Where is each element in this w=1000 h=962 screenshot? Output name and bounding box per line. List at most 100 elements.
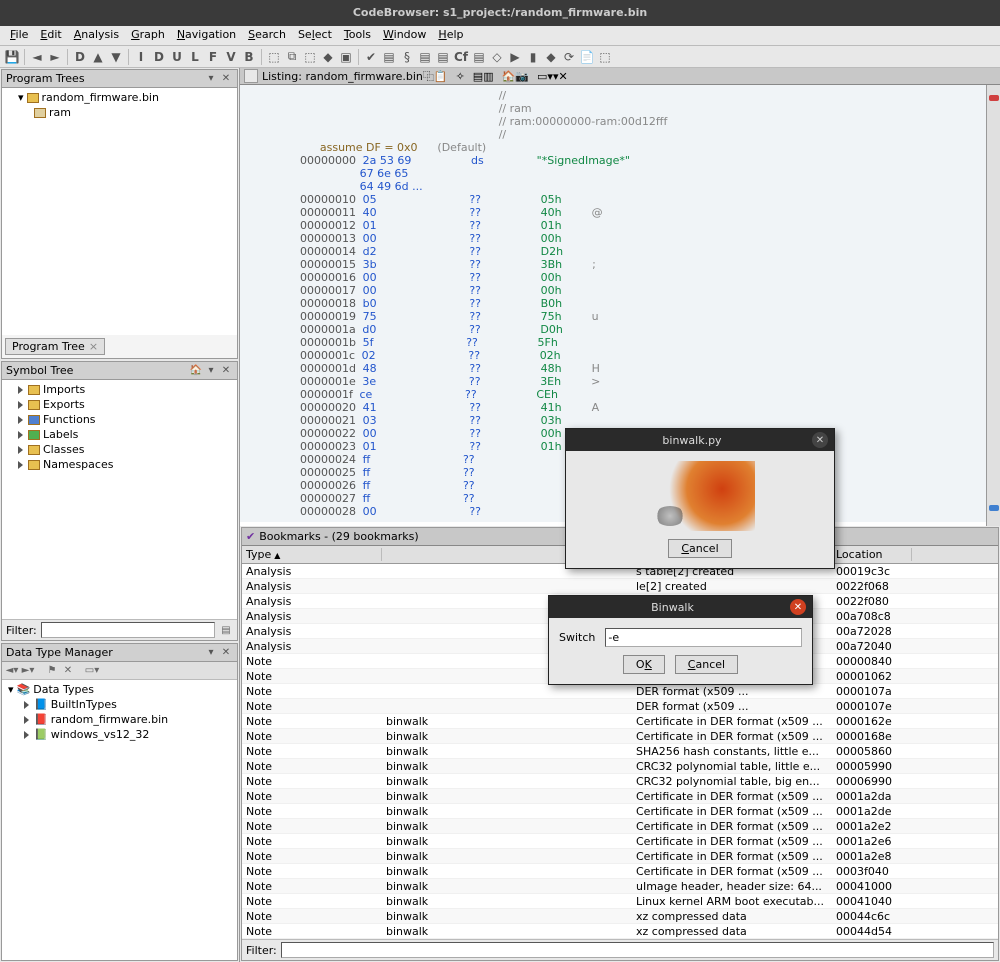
li-tool1-icon[interactable]: ▤ [473,70,483,83]
panel-close-icon[interactable]: ✕ [219,646,233,660]
table-row[interactable]: NotebinwalkCertificate in DER format (x5… [242,789,998,804]
dt-root[interactable]: ▾ 📚 Data Types [4,682,235,697]
tool-cf-icon[interactable]: Cf [453,49,469,65]
table-row[interactable]: NotebinwalkuImage header, header size: 6… [242,879,998,894]
li-camera-icon[interactable]: 📷 [515,70,529,83]
tool-icon-14[interactable]: ⬚ [597,49,613,65]
tool-icon-4[interactable]: ◆ [320,49,336,65]
menu-tools[interactable]: Tools [338,26,377,45]
marker-bar[interactable] [986,85,1000,526]
table-row[interactable]: NotebinwalkCertificate in DER format (x5… [242,849,998,864]
fwd-icon[interactable]: ► [47,49,63,65]
col-loc[interactable]: Location [832,548,912,561]
back-icon[interactable]: ◄ [29,49,45,65]
tool-icon-8[interactable]: ▤ [417,49,433,65]
tool-icon-12[interactable]: ▮ [525,49,541,65]
cancel-button[interactable]: Cancel [668,539,731,558]
symbol-filter-input[interactable] [41,622,215,638]
panel-close-icon[interactable]: ✕ [558,70,567,83]
table-row[interactable]: Analysisle[2] created0022f068 [242,579,998,594]
dt-back-icon[interactable]: ◄▾ [5,664,19,678]
table-row[interactable]: Notebinwalkxz compressed data00044c6c [242,909,998,924]
tool-icon-2[interactable]: ⧉ [284,49,300,65]
symbol-item-namespaces[interactable]: Namespaces [4,457,235,472]
nav-v-icon[interactable]: V [223,49,239,65]
symbol-item-labels[interactable]: Labels [4,427,235,442]
table-row[interactable]: NoteDER format (x509 ...0000107e [242,699,998,714]
nav-i-icon[interactable]: I [133,49,149,65]
menu-file[interactable]: File [4,26,34,45]
tree-item-ram[interactable]: ram [4,105,235,120]
switch-input[interactable] [605,628,802,647]
close-icon[interactable]: ✕ [812,432,828,448]
refresh-icon[interactable]: ⟳ [561,49,577,65]
menu-select[interactable]: Select [292,26,338,45]
nav-d-icon[interactable]: D [72,49,88,65]
menu-edit[interactable]: Edit [34,26,67,45]
panel-menu-icon[interactable]: ▾ [204,364,218,378]
tool-icon-9[interactable]: ▤ [435,49,451,65]
li-tool3-icon[interactable]: ▭▾ [537,70,553,83]
nav-b-icon[interactable]: B [241,49,257,65]
tool-icon-5[interactable]: ▣ [338,49,354,65]
filter-settings-icon[interactable]: ▤ [219,623,233,637]
table-row[interactable]: NoteDER format (x509 ...0000107a [242,684,998,699]
menu-analysis[interactable]: Analysis [68,26,125,45]
table-row[interactable]: Notebinwalkxz compressed data00044d54 [242,924,998,939]
table-row[interactable]: NotebinwalkCRC32 polynomial table, big e… [242,774,998,789]
panel-menu-icon[interactable]: ▾ [204,646,218,660]
panel-close-icon[interactable]: ✕ [219,72,233,86]
menu-window[interactable]: Window [377,26,432,45]
nav-f-icon[interactable]: F [205,49,221,65]
tree-root[interactable]: ▾ random_firmware.bin [4,90,235,105]
marker-icon[interactable] [989,95,999,101]
table-row[interactable]: NotebinwalkCertificate in DER format (x5… [242,864,998,879]
dt-item[interactable]: 📗 windows_vs12_32 [4,727,235,742]
tab-program-tree[interactable]: Program Tree× [5,338,105,355]
table-row[interactable]: NotebinwalkCertificate in DER format (x5… [242,819,998,834]
symbol-item-imports[interactable]: Imports [4,382,235,397]
table-row[interactable]: NotebinwalkLinux kernel ARM boot executa… [242,894,998,909]
menu-search[interactable]: Search [242,26,292,45]
table-row[interactable]: NotebinwalkCertificate in DER format (x5… [242,714,998,729]
table-row[interactable]: NotebinwalkCertificate in DER format (x5… [242,729,998,744]
symbol-item-classes[interactable]: Classes [4,442,235,457]
table-row[interactable]: NotebinwalkSHA256 hash constants, little… [242,744,998,759]
dt-view-icon[interactable]: ▭▾ [85,664,99,678]
table-row[interactable]: NotebinwalkCRC32 polynomial table, littl… [242,759,998,774]
tool-icon-1[interactable]: ⬚ [266,49,282,65]
table-row[interactable]: NotebinwalkCertificate in DER format (x5… [242,834,998,849]
marker-icon[interactable] [989,505,999,511]
li-home-icon[interactable]: 🏠 [502,70,516,83]
tool-icon-3[interactable]: ⬚ [302,49,318,65]
menu-help[interactable]: Help [432,26,469,45]
symbol-item-exports[interactable]: Exports [4,397,235,412]
symbol-item-functions[interactable]: Functions [4,412,235,427]
bookmarks-filter-input[interactable] [281,942,994,958]
menu-navigation[interactable]: Navigation [171,26,242,45]
tool-icon-7[interactable]: § [399,49,415,65]
tool-icon-13[interactable]: ◆ [543,49,559,65]
dt-flag-icon[interactable]: ⚑ [45,664,59,678]
down-icon[interactable]: ▼ [108,49,124,65]
ok-button[interactable]: OK [623,655,665,674]
dt-fwd-icon[interactable]: ►▾ [21,664,35,678]
nav-l-icon[interactable]: L [187,49,203,65]
li-tool2-icon[interactable]: ▥ [483,70,493,83]
up-icon[interactable]: ▲ [90,49,106,65]
tool-icon-10[interactable]: ▤ [471,49,487,65]
close-icon[interactable]: ✕ [790,599,806,615]
col-type[interactable]: Type▲ [242,548,382,561]
panel-menu-icon[interactable]: ▾ [204,72,218,86]
nav-u-icon[interactable]: U [169,49,185,65]
dt-x-icon[interactable]: ✕ [61,664,75,678]
nav-d2-icon[interactable]: D [151,49,167,65]
tool-icon[interactable]: 🏠 [189,364,203,378]
save-icon[interactable]: 💾 [4,49,20,65]
doc-icon[interactable]: 📄 [579,49,595,65]
dt-item[interactable]: 📘 BuiltInTypes [4,697,235,712]
li-copy-icon[interactable]: ⿻ [423,68,434,84]
dt-item[interactable]: 📕 random_firmware.bin [4,712,235,727]
tool-icon-6[interactable]: ▤ [381,49,397,65]
li-paste-icon[interactable]: 📋 [434,70,448,83]
